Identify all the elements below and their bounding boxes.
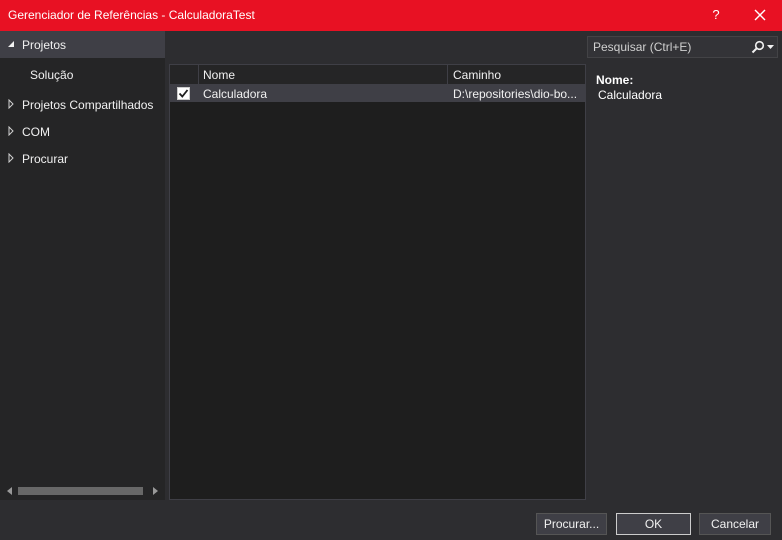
scroll-left-icon[interactable] (6, 487, 14, 495)
sidebar-item-label: Solução (30, 68, 74, 82)
ok-button[interactable]: OK (616, 513, 691, 535)
sidebar-item-label: Projetos (22, 38, 67, 52)
close-icon (754, 9, 766, 21)
help-button[interactable]: ? (706, 4, 726, 26)
collapsed-arrow-icon[interactable] (7, 153, 15, 163)
search-icon[interactable] (751, 40, 765, 54)
detail-name-label: Nome: (596, 73, 634, 87)
sidebar-item-solucao[interactable]: Solução (0, 61, 165, 88)
scroll-right-icon[interactable] (151, 487, 159, 495)
grid-header: Nome Caminho (170, 65, 585, 85)
expanded-arrow-icon[interactable] (7, 39, 15, 49)
column-divider[interactable] (447, 65, 448, 85)
sidebar-item-projetos-compartilhados[interactable]: Projetos Compartilhados (0, 91, 165, 118)
collapsed-arrow-icon[interactable] (7, 99, 15, 109)
table-row[interactable]: Calculadora D:\repositories\dio-bo... (170, 85, 585, 102)
cell-name: Calculadora (203, 87, 268, 101)
dialog-footer: Procurar... OK Cancelar (0, 500, 782, 540)
scrollbar-thumb[interactable] (18, 487, 143, 495)
category-sidebar: Projetos Solução Projetos Compartilhados… (0, 31, 165, 500)
sidebar-horizontal-scrollbar[interactable] (4, 484, 161, 498)
grid-toolbar-area (165, 31, 586, 64)
column-header-caminho[interactable]: Caminho (453, 68, 501, 82)
sidebar-item-com[interactable]: COM (0, 118, 165, 145)
sidebar-item-projetos[interactable]: Projetos (0, 31, 165, 58)
column-divider[interactable] (198, 65, 199, 85)
close-button[interactable] (748, 4, 772, 26)
sidebar-item-label: Procurar (22, 152, 69, 166)
title-bar: Gerenciador de Referências - Calculadora… (0, 0, 782, 31)
column-header-nome[interactable]: Nome (203, 68, 235, 82)
checkmark-icon (178, 89, 189, 98)
cell-path: D:\repositories\dio-bo... (453, 87, 578, 101)
detail-name-value: Calculadora (598, 88, 663, 102)
cancel-button[interactable]: Cancelar (699, 513, 771, 535)
window-title: Gerenciador de Referências - Calculadora… (8, 8, 255, 22)
sidebar-item-procurar[interactable]: Procurar (0, 145, 165, 172)
sidebar-item-label: COM (22, 125, 50, 139)
search-input[interactable] (588, 37, 748, 57)
browse-button[interactable]: Procurar... (536, 513, 607, 535)
details-pane: Nome: Calculadora (586, 64, 782, 500)
reference-checkbox[interactable] (177, 87, 190, 100)
sidebar-item-label: Projetos Compartilhados (22, 98, 154, 112)
reference-list: Nome Caminho Calculadora D:\repositories… (169, 64, 586, 500)
search-box[interactable] (587, 36, 778, 58)
collapsed-arrow-icon[interactable] (7, 126, 15, 136)
search-options-chevron-down-icon[interactable] (767, 45, 774, 50)
